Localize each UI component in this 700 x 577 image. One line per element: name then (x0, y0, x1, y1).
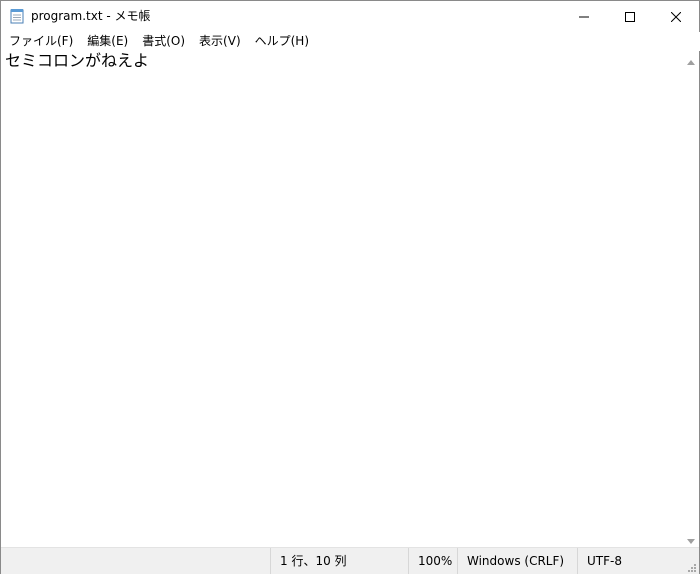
status-encoding: UTF-8 (577, 548, 682, 574)
status-bar: 1 行、10 列 100% Windows (CRLF) UTF-8 (1, 547, 699, 574)
title-bar[interactable]: program.txt - メモ帳 (1, 1, 699, 32)
editor-content[interactable]: セミコロンがねえよ (5, 51, 149, 71)
status-line-ending: Windows (CRLF) (457, 548, 578, 574)
close-icon (670, 7, 682, 26)
window-title: program.txt - メモ帳 (31, 9, 151, 23)
minimize-button[interactable] (561, 1, 607, 32)
menu-view[interactable]: 表示(V) (192, 32, 248, 51)
notepad-window: program.txt - メモ帳 ファイル(F) 編集(E) 書式(O) 表示… (0, 0, 700, 574)
text-editor-area[interactable]: セミコロンがねえよ (1, 51, 682, 547)
status-cursor-position: 1 行、10 列 (270, 548, 409, 574)
menu-file[interactable]: ファイル(F) (2, 32, 80, 51)
menu-help[interactable]: ヘルプ(H) (248, 32, 316, 51)
scroll-up-button[interactable] (682, 51, 699, 68)
menu-format[interactable]: 書式(O) (135, 32, 192, 51)
menu-edit[interactable]: 編集(E) (80, 32, 135, 51)
status-zoom: 100% (408, 548, 458, 574)
notepad-icon[interactable] (10, 8, 24, 24)
resize-grip-icon[interactable] (685, 558, 697, 572)
close-button[interactable] (653, 1, 699, 32)
scroll-up-arrow-icon (686, 50, 695, 69)
scroll-down-button[interactable] (682, 530, 699, 547)
maximize-button[interactable] (607, 1, 653, 32)
menu-bar: ファイル(F) 編集(E) 書式(O) 表示(V) ヘルプ(H) (1, 32, 700, 51)
maximize-icon (625, 7, 635, 26)
vertical-scrollbar[interactable] (682, 51, 699, 547)
scroll-down-arrow-icon (686, 529, 695, 548)
minimize-icon (579, 7, 589, 26)
